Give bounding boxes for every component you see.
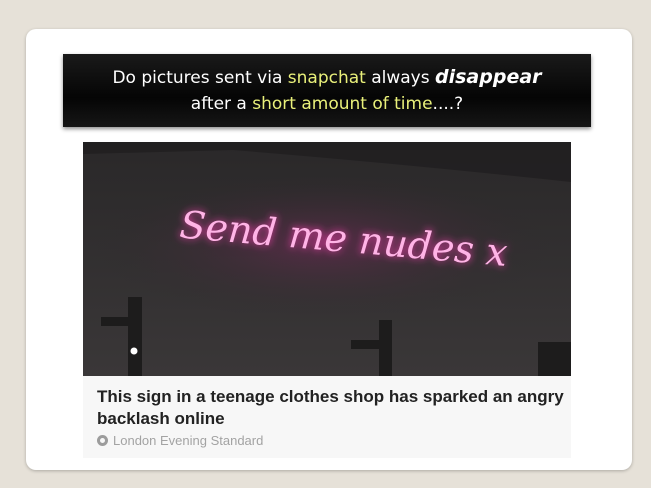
wall-bracket-far-right [538,342,571,376]
neon-sign-image: Send me nudes x Send me nudes x [83,142,571,376]
banner-line-1: Do pictures sent via snapchat always dis… [63,64,591,91]
caption-title: This sign in a teenage clothes shop has … [97,387,564,428]
light-dot [130,347,138,355]
wall-bracket-right-arm [351,340,391,349]
source-line: London Evening Standard [97,433,263,448]
source-name: London Evening Standard [113,433,264,448]
banner-text: Do pictures sent via [112,68,288,88]
source-icon [97,435,108,446]
banner-text: ....? [432,94,464,114]
banner-emphasis-disappear: disappear [435,66,542,88]
banner-highlight-time: short amount of time [252,94,433,114]
banner-line-2: after a short amount of time....? [63,91,591,117]
question-banner: Do pictures sent via snapchat always dis… [63,54,591,127]
wall-bracket-left-arm [101,317,141,326]
caption-box: This sign in a teenage clothes shop has … [83,376,571,458]
banner-highlight-snapchat: snapchat [287,68,366,88]
wall-bracket-left [128,297,142,376]
banner-text: always [365,68,435,88]
neon-sign-photo: Send me nudes x Send me nudes x [83,142,571,376]
banner-text: after a [190,94,253,114]
